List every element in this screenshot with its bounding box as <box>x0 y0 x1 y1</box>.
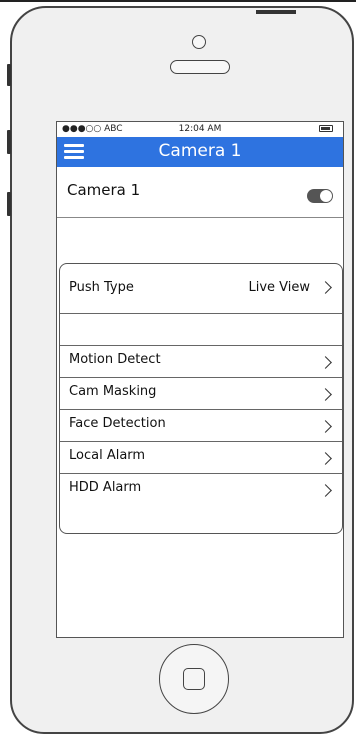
chevron-right-icon <box>319 356 332 369</box>
push-type-label: Push Type <box>69 280 134 295</box>
list-item-label: HDD Alarm <box>69 480 142 495</box>
volume-down-button <box>7 192 11 216</box>
settings-group: Push Type Live View Motion Detect Cam Ma… <box>59 263 343 534</box>
spacer-row <box>60 314 342 344</box>
push-type-value: Live View <box>248 280 310 295</box>
top-border <box>0 0 356 2</box>
camera-toggle-switch[interactable] <box>307 189 333 203</box>
camera-toggle-label: Camera 1 <box>67 181 141 199</box>
chevron-right-icon <box>319 484 332 497</box>
power-button <box>256 10 296 14</box>
list-item-label: Motion Detect <box>69 352 161 367</box>
phone-frame: ●●●○○ ABC 12:04 AM Camera 1 Camera 1 Pus… <box>10 6 354 734</box>
push-type-row[interactable]: Push Type Live View <box>60 264 342 313</box>
chevron-right-icon <box>319 388 332 401</box>
list-item-label: Cam Masking <box>69 384 157 399</box>
chevron-right-icon <box>319 452 332 465</box>
front-camera <box>192 35 206 49</box>
phone-screen: ●●●○○ ABC 12:04 AM Camera 1 Camera 1 Pus… <box>56 121 344 638</box>
home-button-icon <box>183 668 205 690</box>
camera-toggle-row: Camera 1 <box>57 167 343 218</box>
nav-bar: Camera 1 <box>57 137 343 167</box>
mute-switch <box>7 64 11 86</box>
page-title: Camera 1 <box>158 141 242 161</box>
chevron-right-icon <box>319 420 332 433</box>
home-button[interactable] <box>159 644 229 714</box>
battery-icon <box>319 125 333 132</box>
list-item-label: Local Alarm <box>69 448 146 463</box>
toggle-knob <box>320 190 332 202</box>
chevron-right-icon <box>319 281 332 294</box>
list-item-label: Face Detection <box>69 416 166 431</box>
setting-item-hdd-alarm[interactable]: HDD Alarm <box>60 474 342 514</box>
setting-item-cam-masking[interactable]: Cam Masking <box>60 378 342 409</box>
setting-item-local-alarm[interactable]: Local Alarm <box>60 442 342 473</box>
setting-item-motion-detect[interactable]: Motion Detect <box>60 346 342 377</box>
volume-up-button <box>7 130 11 154</box>
status-time: 12:04 AM <box>178 124 222 134</box>
earpiece-speaker <box>170 60 230 74</box>
status-bar: ●●●○○ ABC 12:04 AM <box>57 122 343 137</box>
setting-item-face-detection[interactable]: Face Detection <box>60 410 342 441</box>
